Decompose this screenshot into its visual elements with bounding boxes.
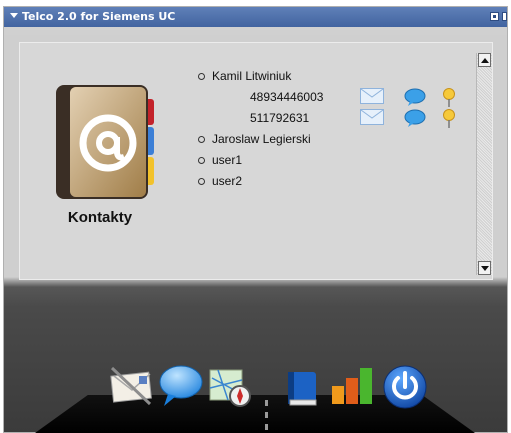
contact-item[interactable]: user1 (198, 151, 323, 172)
phone-number: 511792631 (250, 111, 310, 125)
phone-number-row[interactable]: 511792631 (198, 109, 455, 130)
email-icon[interactable] (360, 109, 384, 130)
chat-bubble-icon[interactable] (404, 109, 426, 132)
map-compass-icon[interactable] (208, 366, 254, 413)
phone-number-row[interactable]: 48934446003 (198, 88, 455, 109)
contact-item[interactable]: Jaroslaw Legierski (198, 130, 323, 151)
vertical-scrollbar[interactable] (476, 53, 492, 275)
contact-item[interactable]: Kamil Litwiniuk (198, 67, 323, 88)
contact-list: Kamil Litwiniuk 48934446003 511792631 Ja… (198, 67, 455, 193)
contacts-label: Kontakty (67, 209, 133, 226)
chat-bubble-icon[interactable] (404, 88, 426, 111)
mail-icon[interactable] (110, 366, 154, 411)
email-icon[interactable] (360, 88, 384, 109)
chat-icon[interactable] (158, 364, 204, 413)
power-icon[interactable] (382, 364, 428, 415)
collapse-arrow-icon[interactable] (10, 13, 18, 18)
location-pin-icon[interactable] (442, 109, 456, 134)
phone-actions (360, 88, 470, 109)
road-lane-mark (265, 424, 268, 430)
scroll-down-button[interactable] (478, 261, 491, 275)
address-book-icon[interactable] (52, 83, 164, 203)
contact-item[interactable]: user2 (198, 172, 323, 193)
road-lane-mark (265, 412, 268, 418)
close-icon[interactable] (502, 12, 507, 21)
edit-icon[interactable] (490, 12, 499, 21)
widget-title: Telco 2.0 for Siemens UC (22, 10, 176, 23)
widget-frame: Telco 2.0 for Siemens UC Kontakty Kamil … (3, 6, 508, 433)
book-icon[interactable] (282, 368, 322, 413)
widget-titlebar: Telco 2.0 for Siemens UC (4, 7, 507, 27)
road-lane-mark (265, 400, 268, 406)
contacts-panel: Kontakty Kamil Litwiniuk 48934446003 511… (19, 42, 493, 280)
scroll-up-button[interactable] (478, 53, 491, 67)
phone-number: 48934446003 (250, 90, 324, 104)
chart-icon[interactable] (330, 364, 376, 413)
phone-actions (360, 109, 470, 130)
